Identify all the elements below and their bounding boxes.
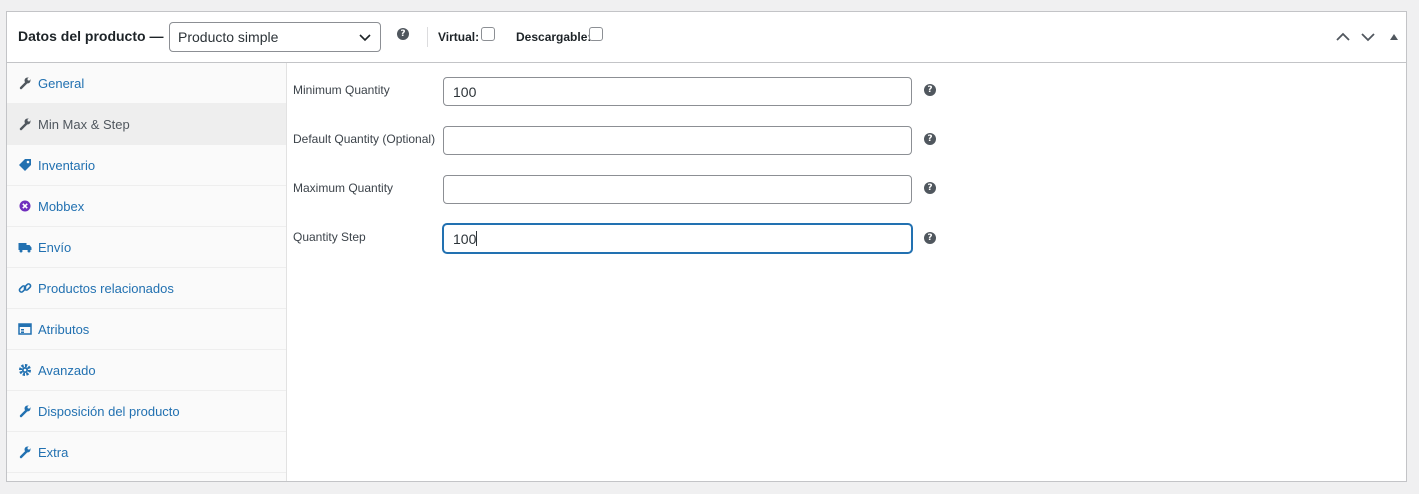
- tab-mobbex[interactable]: Mobbex: [7, 186, 286, 227]
- maximum-quantity-label: Maximum Quantity: [293, 181, 394, 195]
- default-quantity-label: Default Quantity (Optional): [293, 132, 436, 146]
- link-icon: [18, 283, 32, 293]
- help-icon[interactable]: ?: [924, 232, 936, 244]
- help-icon[interactable]: ?: [924, 182, 936, 194]
- tab-label: Atributos: [38, 322, 90, 337]
- downloadable-checkbox[interactable]: [589, 27, 603, 41]
- quantity-step-input[interactable]: 100: [443, 224, 912, 253]
- product-data-tabs: General Min Max & Step Inventario Mobbex…: [7, 63, 287, 481]
- product-type-value: Producto simple: [178, 29, 279, 45]
- tab-label: General: [38, 76, 85, 91]
- tab-label: Extra: [38, 445, 69, 460]
- minimum-quantity-label: Minimum Quantity: [293, 83, 390, 97]
- tab-label: Productos relacionados: [38, 281, 174, 296]
- tab-disposicion-del-producto[interactable]: Disposición del producto: [7, 391, 286, 432]
- panel-title: Datos del producto —: [18, 28, 164, 44]
- help-icon[interactable]: ?: [924, 133, 936, 145]
- divider: [427, 27, 428, 47]
- product-type-select[interactable]: Producto simple: [169, 22, 381, 52]
- mobbex-icon: [19, 200, 31, 212]
- quantity-step-label: Quantity Step: [293, 230, 366, 244]
- text-caret: [476, 231, 478, 246]
- tab-label: Inventario: [38, 158, 96, 173]
- tab-avanzado[interactable]: Avanzado: [7, 350, 286, 391]
- default-quantity-input[interactable]: [443, 126, 912, 155]
- maximum-quantity-input[interactable]: [443, 175, 912, 204]
- downloadable-label: Descargable:: [516, 30, 592, 44]
- wrench-icon: [19, 118, 31, 131]
- tab-envio[interactable]: Envío: [7, 227, 286, 268]
- tag-icon: [19, 159, 31, 171]
- panel-header: Datos del producto — Producto simple ? V…: [7, 12, 1406, 63]
- tab-general[interactable]: General: [7, 63, 286, 104]
- toggle-triangle-icon[interactable]: [1389, 32, 1399, 42]
- help-icon[interactable]: ?: [397, 28, 409, 40]
- tab-label: Min Max & Step: [38, 117, 130, 132]
- chevron-up-icon[interactable]: [1335, 29, 1351, 45]
- wrench-icon: [19, 77, 31, 90]
- minimum-quantity-input[interactable]: 100: [443, 77, 912, 106]
- wrench-icon: [19, 405, 31, 418]
- tab-label: Disposición del producto: [38, 404, 180, 419]
- chevron-down-icon[interactable]: [1360, 29, 1376, 45]
- tab-inventario[interactable]: Inventario: [7, 145, 286, 186]
- quantity-step-value: 100: [453, 231, 477, 247]
- truck-icon: [18, 243, 32, 253]
- tab-productos-relacionados[interactable]: Productos relacionados: [7, 268, 286, 309]
- wrench-icon: [19, 446, 31, 459]
- virtual-checkbox[interactable]: [481, 27, 495, 41]
- tab-extra[interactable]: Extra: [7, 432, 286, 473]
- tab-label: Avanzado: [38, 363, 96, 378]
- tab-min-max-step[interactable]: Min Max & Step: [7, 104, 286, 145]
- help-icon[interactable]: ?: [924, 84, 936, 96]
- tab-atributos[interactable]: Atributos: [7, 309, 286, 350]
- tab-label: Envío: [38, 240, 72, 255]
- gear-icon: [19, 364, 31, 376]
- virtual-label: Virtual:: [438, 30, 480, 44]
- minimum-quantity-value: 100: [453, 84, 477, 100]
- list-icon: [18, 323, 32, 335]
- tab-label: Mobbex: [38, 199, 85, 214]
- chevron-down-icon: [359, 34, 371, 42]
